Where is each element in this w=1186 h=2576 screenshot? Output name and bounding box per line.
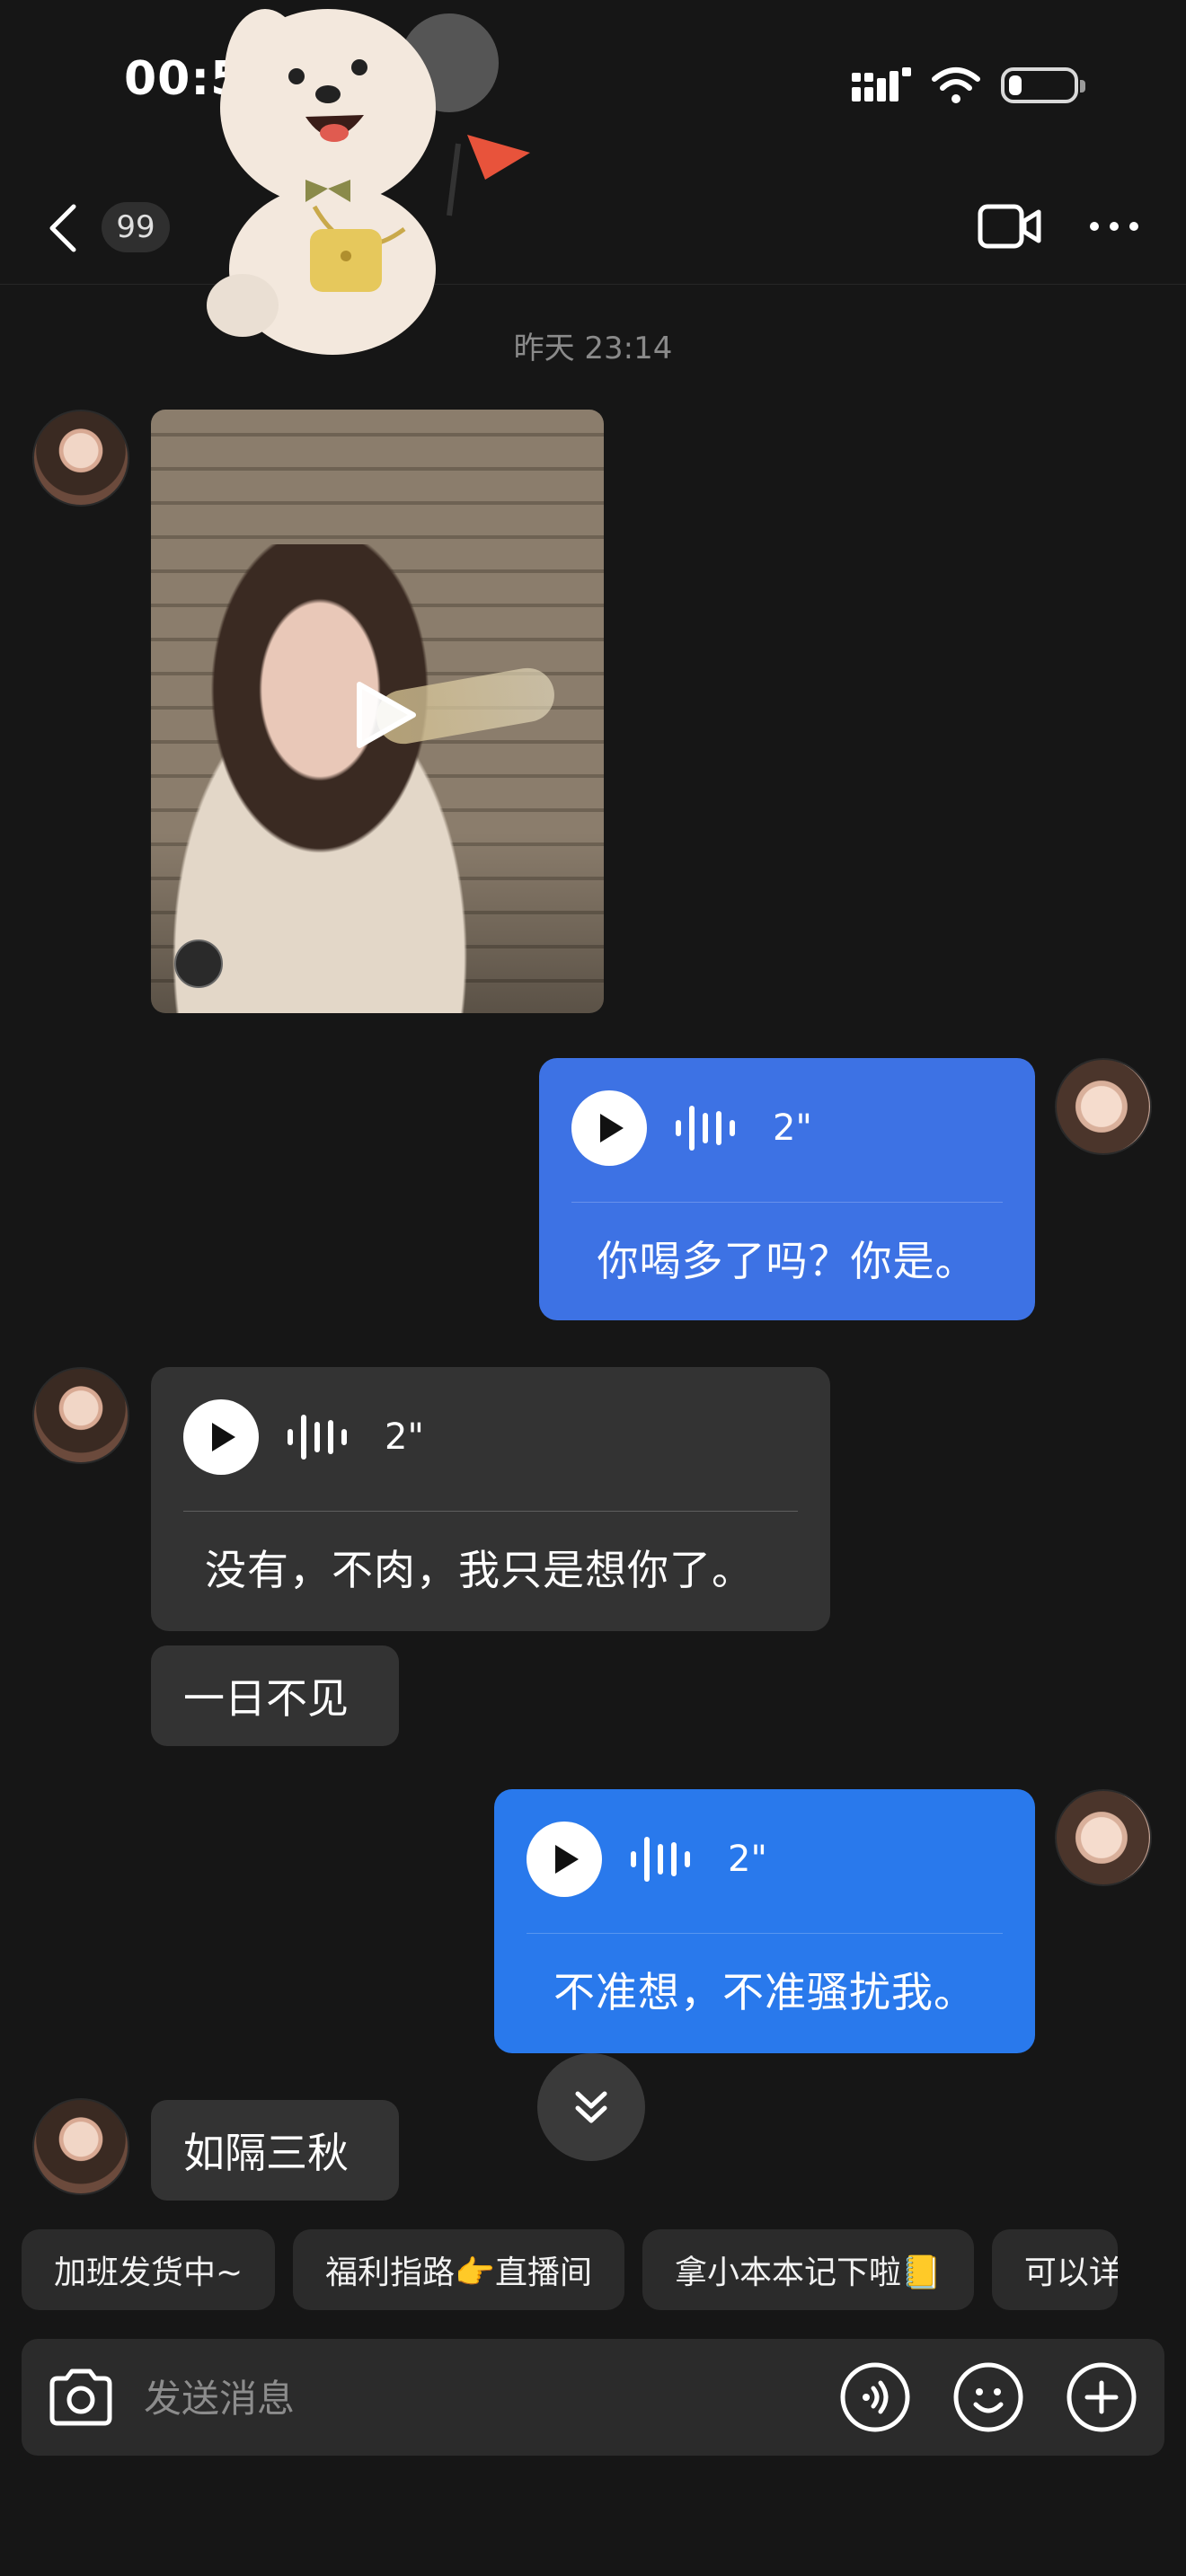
voice-duration: 2" — [385, 1416, 424, 1458]
voice-transcript: 你喝多了吗？你是。 — [597, 1237, 978, 1285]
quick-reply-chip[interactable]: 拿小本本记下啦📒 — [642, 2229, 974, 2310]
voice-message-bubble[interactable]: 2" 不准想，不准骚扰我。 — [494, 1789, 1035, 2053]
message-input-bar — [22, 2339, 1164, 2457]
dog-sticker-icon — [207, 9, 530, 355]
video-call-icon[interactable] — [978, 201, 1042, 251]
voice-play-button[interactable] — [183, 1399, 259, 1475]
voice-play-button[interactable] — [571, 1090, 647, 1166]
sound-wave-icon — [676, 1106, 735, 1151]
video-message[interactable] — [151, 410, 604, 1013]
quick-reply-chip[interactable]: 福利指路👉直播间 — [293, 2229, 624, 2310]
contact-avatar[interactable] — [32, 410, 129, 507]
quick-reply-bar: 加班发货中~ 福利指路👉直播间 拿小本本记下啦📒 可以详 — [22, 2229, 1118, 2310]
voice-transcript: 不准想，不准骚扰我。 — [553, 1968, 976, 2016]
battery-icon — [1001, 67, 1085, 103]
voice-duration: 2" — [728, 1839, 767, 1880]
scroll-to-bottom-button[interactable] — [537, 2053, 645, 2161]
double-chevron-down-icon — [575, 2091, 607, 2123]
sound-wave-icon — [288, 1415, 347, 1460]
wifi-icon — [932, 67, 980, 103]
status-icons — [852, 63, 1085, 108]
play-icon — [600, 1114, 624, 1142]
quick-reply-chip[interactable]: 加班发货中~ — [22, 2229, 276, 2310]
self-avatar[interactable] — [1055, 1789, 1152, 1886]
back-arrow-icon[interactable] — [45, 201, 81, 255]
voice-message-bubble[interactable]: 2" 没有，不肉，我只是想你了。 — [151, 1367, 830, 1631]
emoji-icon[interactable] — [952, 2361, 1024, 2433]
message-input[interactable] — [142, 2339, 828, 2457]
more-icon[interactable] — [1087, 216, 1141, 237]
add-icon[interactable] — [1066, 2361, 1137, 2433]
video-source-icon — [174, 940, 223, 988]
play-icon — [212, 1423, 235, 1451]
quick-reply-chip[interactable]: 可以详 — [991, 2229, 1118, 2310]
text-message[interactable]: 一日不见 — [151, 1645, 399, 1746]
voice-play-button[interactable] — [527, 1822, 602, 1897]
play-icon — [555, 1845, 579, 1874]
contact-avatar[interactable] — [32, 2098, 129, 2195]
message-timestamp: 昨天 23:14 — [513, 331, 673, 366]
sound-wave-icon — [631, 1837, 690, 1882]
contact-avatar[interactable] — [32, 1367, 129, 1464]
voice-duration: 2" — [773, 1107, 812, 1149]
voice-message-bubble[interactable]: 2" 你喝多了吗？你是。 — [539, 1058, 1035, 1320]
signal-icon — [852, 67, 911, 101]
play-icon[interactable] — [347, 679, 419, 751]
camera-icon[interactable] — [45, 2366, 117, 2429]
text-message[interactable]: 如隔三秋 — [151, 2100, 399, 2201]
voice-transcript: 没有，不肉，我只是想你了。 — [205, 1546, 754, 1594]
self-avatar[interactable] — [1055, 1058, 1152, 1155]
voice-input-icon[interactable] — [839, 2361, 911, 2433]
video-thumbnail-image — [169, 544, 546, 1013]
unread-count-badge[interactable]: 99 — [102, 202, 170, 252]
